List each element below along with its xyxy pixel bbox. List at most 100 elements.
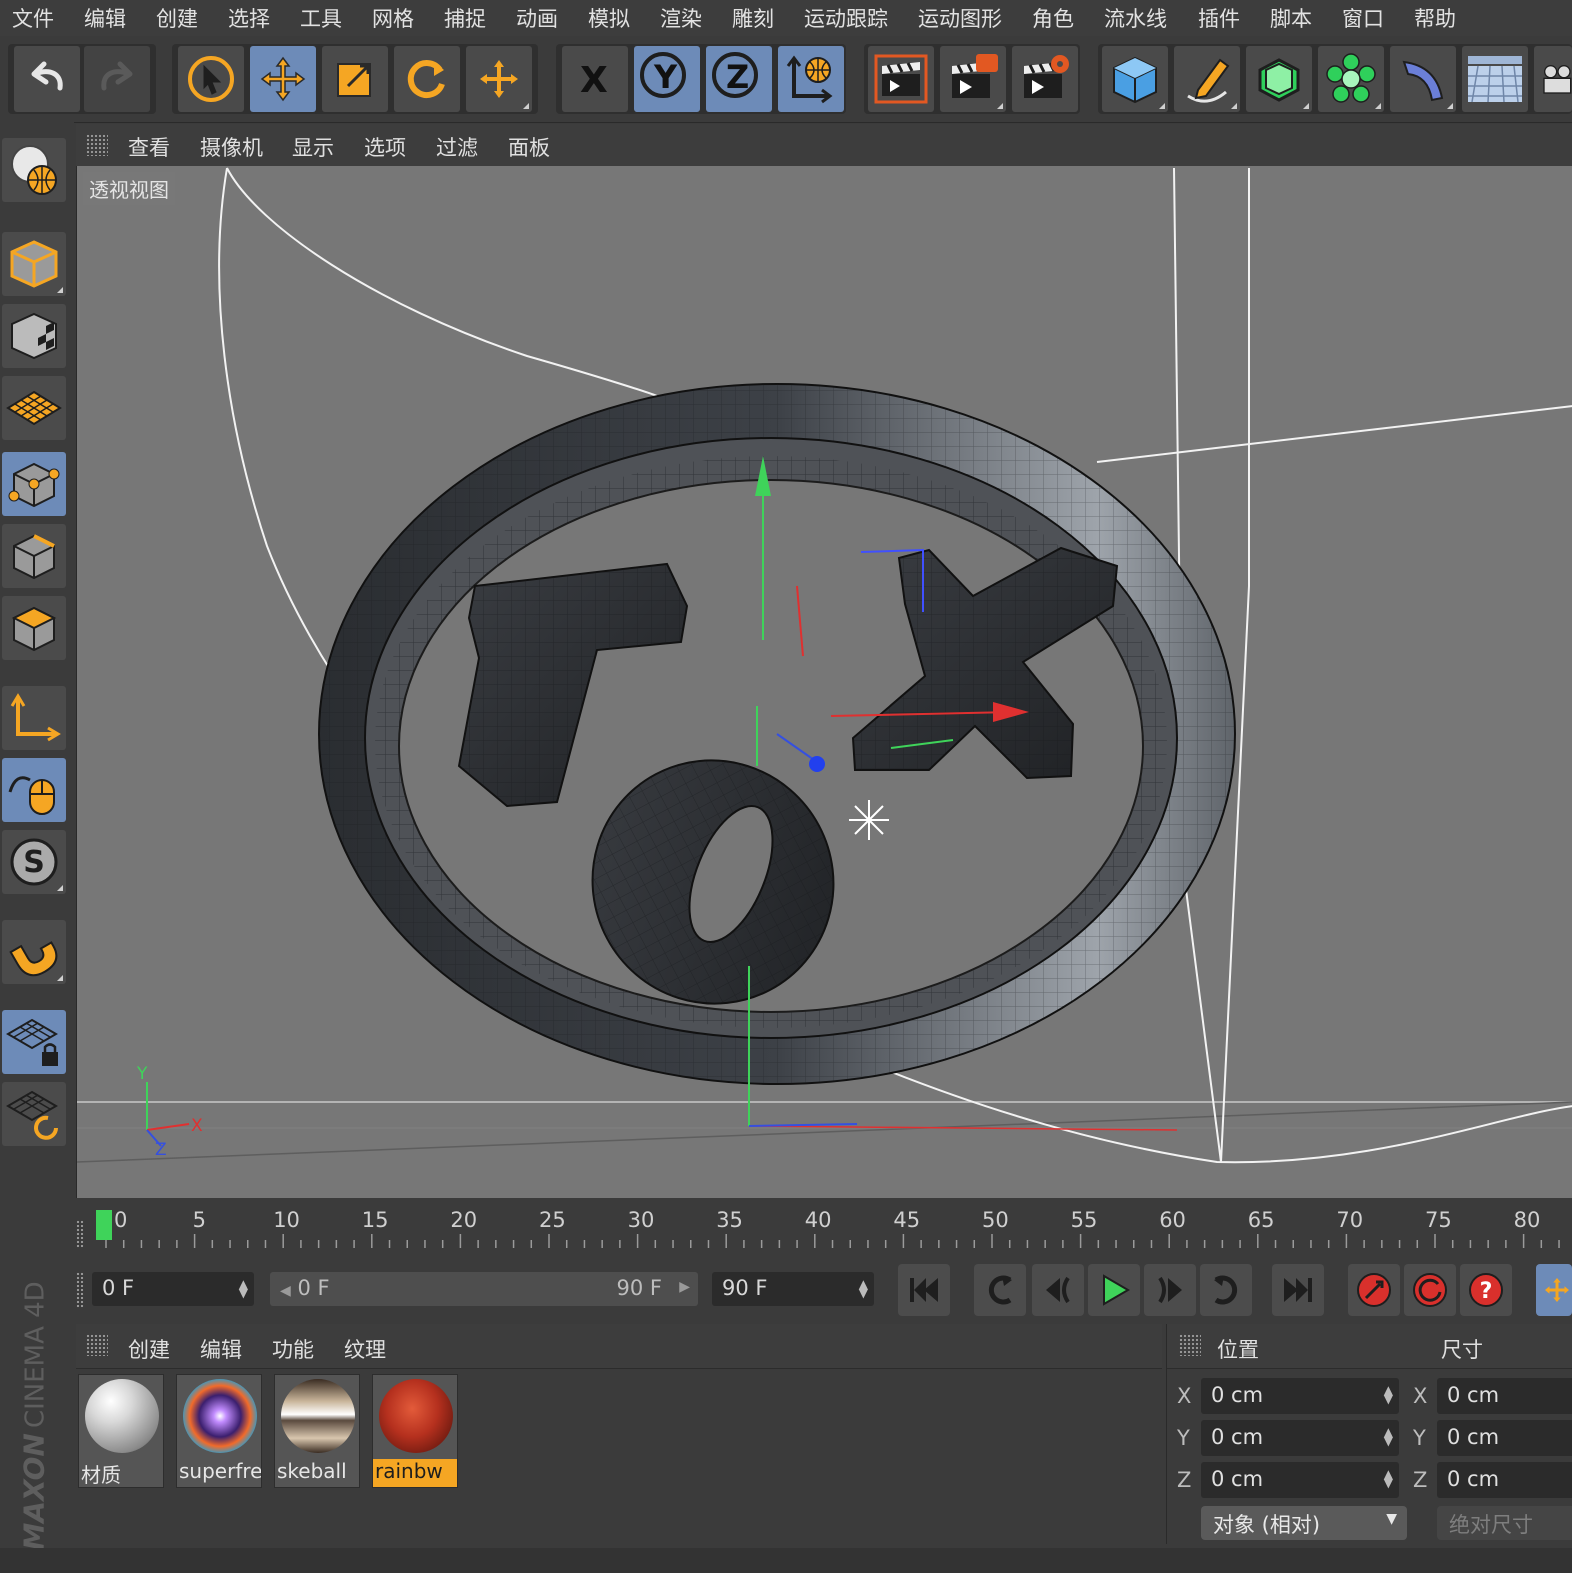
material-swatch[interactable]: 材质 bbox=[78, 1374, 164, 1488]
autokeying-button[interactable] bbox=[1404, 1264, 1456, 1316]
material-swatch-selected[interactable]: rainbw bbox=[372, 1374, 458, 1488]
tweak-mode-button[interactable] bbox=[2, 758, 66, 822]
workplane-lock-button[interactable] bbox=[2, 1010, 66, 1074]
position-x-field[interactable]: 0 cm ▲ ▼ bbox=[1201, 1378, 1399, 1414]
current-frame-field[interactable]: 0 F ▲ ▼ bbox=[92, 1272, 254, 1306]
points-mode-button[interactable] bbox=[2, 452, 66, 516]
panel-grip-icon[interactable] bbox=[1179, 1334, 1201, 1356]
y-axis-lock-button[interactable]: Y bbox=[634, 46, 700, 112]
timeline-ruler[interactable]: 0 5 10 15 20 25 30 35 40 45 50 55 60 65 70 75 80 bbox=[76, 1198, 1572, 1256]
material-menu-edit[interactable]: 编辑 bbox=[200, 1334, 242, 1364]
menu-motion-tracking[interactable]: 运动跟踪 bbox=[804, 3, 888, 33]
coordinate-mode-dropdown[interactable]: 对象 (相对) ▼ bbox=[1201, 1506, 1407, 1540]
live-selection-button[interactable] bbox=[178, 46, 244, 112]
render-to-picture-viewer-button[interactable] bbox=[940, 46, 1006, 112]
menu-mesh[interactable]: 网格 bbox=[372, 3, 414, 33]
stepper-arrows-icon[interactable]: ▲ ▼ bbox=[1384, 1468, 1393, 1489]
viewport-menu-filter[interactable]: 过滤 bbox=[436, 132, 478, 162]
viewport-menu-view[interactable]: 查看 bbox=[128, 132, 170, 162]
position-y-field[interactable]: 0 cm ▲ ▼ bbox=[1201, 1420, 1399, 1456]
menu-edit[interactable]: 编辑 bbox=[84, 3, 126, 33]
previous-frame-button[interactable] bbox=[1032, 1264, 1084, 1316]
rotate-tool-button[interactable] bbox=[394, 46, 460, 112]
menu-file[interactable]: 文件 bbox=[12, 3, 54, 33]
viewport-menu-panel[interactable]: 面板 bbox=[508, 132, 550, 162]
menu-animate[interactable]: 动画 bbox=[516, 3, 558, 33]
material-swatch[interactable]: superfre bbox=[176, 1374, 262, 1488]
workplane-align-button[interactable] bbox=[2, 1082, 66, 1146]
stepper-arrows-icon[interactable]: ▲ ▼ bbox=[1384, 1426, 1393, 1447]
cloner-button[interactable] bbox=[1318, 46, 1384, 112]
camera-object-button[interactable] bbox=[1534, 46, 1572, 112]
go-to-end-button[interactable] bbox=[1272, 1264, 1324, 1316]
panel-grip-icon[interactable] bbox=[86, 134, 108, 156]
recent-tool-button[interactable] bbox=[466, 46, 532, 112]
menu-script[interactable]: 脚本 bbox=[1270, 3, 1312, 33]
viewport-menu-display[interactable]: 显示 bbox=[292, 132, 334, 162]
menu-pipeline[interactable]: 流水线 bbox=[1104, 3, 1167, 33]
material-menu-create[interactable]: 创建 bbox=[128, 1334, 170, 1364]
menu-create[interactable]: 创建 bbox=[156, 3, 198, 33]
move-tool-button[interactable] bbox=[250, 46, 316, 112]
render-settings-button[interactable] bbox=[1012, 46, 1078, 112]
size-y-field[interactable]: 0 cm bbox=[1437, 1420, 1572, 1456]
object-axis-button[interactable] bbox=[2, 686, 66, 750]
playhead[interactable] bbox=[96, 1210, 112, 1240]
menu-mograph[interactable]: 运动图形 bbox=[918, 3, 1002, 33]
stepper-arrows-icon[interactable]: ▲ ▼ bbox=[1384, 1384, 1393, 1405]
z-axis-lock-button[interactable]: Z bbox=[706, 46, 772, 112]
texture-mode-button[interactable] bbox=[2, 304, 66, 368]
menu-sculpt[interactable]: 雕刻 bbox=[732, 3, 774, 33]
solo-mode-button[interactable]: S bbox=[2, 830, 66, 894]
scale-tool-button[interactable] bbox=[322, 46, 388, 112]
size-z-field[interactable]: 0 cm bbox=[1437, 1462, 1572, 1498]
record-active-objects-button[interactable] bbox=[1348, 1264, 1400, 1316]
pen-spline-button[interactable] bbox=[1174, 46, 1240, 112]
make-editable-button[interactable] bbox=[2, 138, 66, 202]
subdivision-surface-button[interactable] bbox=[1246, 46, 1312, 112]
deformer-button[interactable] bbox=[1390, 46, 1456, 112]
menu-simulate[interactable]: 模拟 bbox=[588, 3, 630, 33]
next-key-button[interactable] bbox=[1200, 1264, 1252, 1316]
menu-tools[interactable]: 工具 bbox=[300, 3, 342, 33]
polygons-mode-button[interactable] bbox=[2, 596, 66, 660]
play-forward-button[interactable] bbox=[1088, 1264, 1140, 1316]
frame-range-slider[interactable]: ◀ 0 F 90 F ▶ bbox=[270, 1272, 698, 1306]
keyframe-selection-button[interactable]: ? bbox=[1460, 1264, 1512, 1316]
menu-plugins[interactable]: 插件 bbox=[1198, 3, 1240, 33]
x-axis-lock-button[interactable]: X bbox=[562, 46, 628, 112]
render-view-button[interactable] bbox=[868, 46, 934, 112]
menu-render[interactable]: 渲染 bbox=[660, 3, 702, 33]
snap-button[interactable] bbox=[2, 920, 66, 984]
stepper-arrows-icon[interactable]: ▲ ▼ bbox=[239, 1278, 248, 1299]
material-menu-function[interactable]: 功能 bbox=[272, 1334, 314, 1364]
menu-help[interactable]: 帮助 bbox=[1414, 3, 1456, 33]
edges-mode-button[interactable] bbox=[2, 524, 66, 588]
size-mode-dropdown[interactable]: 绝对尺寸 bbox=[1437, 1506, 1572, 1540]
menu-character[interactable]: 角色 bbox=[1032, 3, 1074, 33]
perspective-viewport[interactable]: 透视视图 Y X Z bbox=[76, 166, 1572, 1198]
previous-key-button[interactable] bbox=[974, 1264, 1026, 1316]
material-menu-texture[interactable]: 纹理 bbox=[344, 1334, 386, 1364]
viewport-menu-options[interactable]: 选项 bbox=[364, 132, 406, 162]
menu-window[interactable]: 窗口 bbox=[1342, 3, 1384, 33]
go-to-start-button[interactable] bbox=[898, 1264, 950, 1316]
material-swatch[interactable]: skeball bbox=[274, 1374, 360, 1488]
range-right-arrow-icon[interactable]: ▶ bbox=[679, 1279, 690, 1295]
viewport-menu-cameras[interactable]: 摄像机 bbox=[200, 132, 263, 162]
panel-grip-icon[interactable] bbox=[86, 1334, 108, 1356]
next-frame-button[interactable] bbox=[1144, 1264, 1196, 1316]
range-left-arrow-icon[interactable]: ◀ bbox=[280, 1283, 291, 1299]
undo-button[interactable] bbox=[14, 46, 80, 112]
workplane-mode-button[interactable] bbox=[2, 376, 66, 440]
stepper-arrows-icon[interactable]: ▲ ▼ bbox=[859, 1278, 868, 1299]
coordinate-system-button[interactable] bbox=[778, 46, 844, 112]
menu-select[interactable]: 选择 bbox=[228, 3, 270, 33]
redo-button[interactable] bbox=[84, 46, 150, 112]
transport-grip-icon[interactable] bbox=[76, 1272, 84, 1308]
end-frame-field[interactable]: 90 F ▲ ▼ bbox=[712, 1272, 874, 1306]
position-z-field[interactable]: 0 cm ▲ ▼ bbox=[1201, 1462, 1399, 1498]
menu-snap[interactable]: 捕捉 bbox=[444, 3, 486, 33]
size-x-field[interactable]: 0 cm bbox=[1437, 1378, 1572, 1414]
floor-scene-button[interactable] bbox=[1462, 46, 1528, 112]
